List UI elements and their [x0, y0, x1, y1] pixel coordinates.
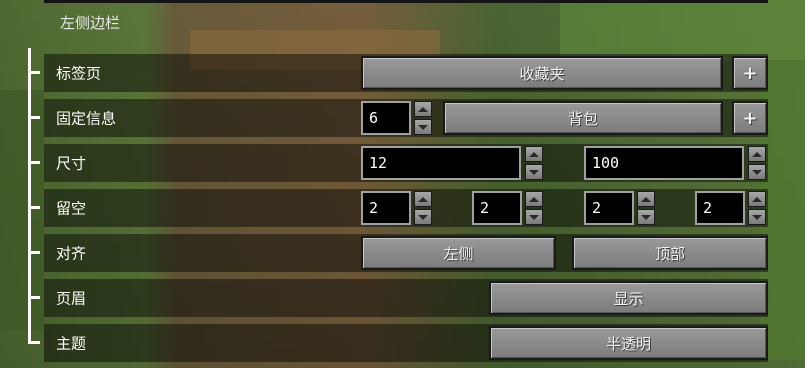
tab-favorites-button[interactable]: 收藏夹 [361, 56, 723, 90]
row-label: 尺寸 [56, 154, 87, 173]
row-pinned-info: 固定信息 6 背包 + [44, 99, 768, 137]
tree-branch [28, 161, 40, 164]
align-horizontal-button[interactable]: 左侧 [361, 236, 556, 270]
arrow-up-icon [418, 106, 428, 112]
increment-button[interactable] [637, 191, 655, 207]
size-width-stepper [525, 146, 543, 180]
increment-button[interactable] [525, 146, 543, 162]
tree-branch [28, 296, 40, 299]
padding-stepper [414, 191, 432, 225]
row-alignment: 对齐 左侧 顶部 [44, 234, 768, 272]
increment-button[interactable] [414, 101, 432, 117]
pinned-count-stepper [414, 101, 432, 135]
size-height-stepper [748, 146, 766, 180]
section-title: 左侧边栏 [60, 14, 121, 32]
decrement-button[interactable] [525, 209, 543, 225]
decrement-button[interactable] [414, 119, 432, 135]
row-label: 标签页 [56, 64, 102, 83]
align-vertical-button[interactable]: 顶部 [572, 236, 768, 270]
tree-branch [28, 71, 40, 74]
padding-stepper [525, 191, 543, 225]
arrow-down-icon [418, 214, 428, 220]
header-toggle-button[interactable]: 显示 [489, 281, 768, 315]
arrow-down-icon [418, 124, 428, 130]
row-label: 主题 [56, 334, 87, 353]
padding-input[interactable]: 2 [695, 191, 745, 225]
size-height-input[interactable]: 100 [584, 146, 744, 180]
arrow-down-icon [641, 214, 651, 220]
decrement-button[interactable] [525, 164, 543, 180]
add-pinned-button[interactable]: + [732, 101, 768, 135]
row-size: 尺寸 12 100 [44, 144, 768, 182]
padding-input[interactable]: 2 [584, 191, 634, 225]
decrement-button[interactable] [748, 209, 766, 225]
row-padding: 留空 2 2 2 2 [44, 189, 768, 227]
pinned-count-input[interactable]: 6 [361, 101, 411, 135]
arrow-up-icon [529, 151, 539, 157]
arrow-up-icon [752, 196, 762, 202]
row-label: 留空 [56, 199, 87, 218]
tree-branch [28, 341, 40, 344]
row-tabs: 标签页 收藏夹 + [44, 54, 768, 92]
decrement-button[interactable] [414, 209, 432, 225]
decrement-button[interactable] [748, 164, 766, 180]
arrow-down-icon [752, 214, 762, 220]
padding-stepper [748, 191, 766, 225]
pinned-inventory-button[interactable]: 背包 [443, 101, 723, 135]
tree-line [28, 48, 31, 344]
arrow-down-icon [529, 214, 539, 220]
theme-toggle-button[interactable]: 半透明 [489, 326, 768, 360]
increment-button[interactable] [748, 191, 766, 207]
top-divider [44, 0, 768, 3]
arrow-down-icon [752, 169, 762, 175]
arrow-up-icon [641, 196, 651, 202]
row-label: 页眉 [56, 289, 87, 308]
padding-input[interactable]: 2 [361, 191, 411, 225]
row-theme: 主题 半透明 [44, 324, 768, 362]
arrow-up-icon [752, 151, 762, 157]
padding-stepper [637, 191, 655, 225]
tree-branch [28, 206, 40, 209]
size-width-input[interactable]: 12 [361, 146, 521, 180]
tree-branch [28, 116, 40, 119]
padding-input[interactable]: 2 [472, 191, 522, 225]
arrow-up-icon [418, 196, 428, 202]
increment-button[interactable] [414, 191, 432, 207]
increment-button[interactable] [748, 146, 766, 162]
add-tab-button[interactable]: + [732, 56, 768, 90]
tree-branch [28, 251, 40, 254]
increment-button[interactable] [525, 191, 543, 207]
row-label: 固定信息 [56, 109, 117, 128]
row-label: 对齐 [56, 244, 87, 263]
decrement-button[interactable] [637, 209, 655, 225]
arrow-up-icon [529, 196, 539, 202]
row-header: 页眉 显示 [44, 279, 768, 317]
arrow-down-icon [529, 169, 539, 175]
